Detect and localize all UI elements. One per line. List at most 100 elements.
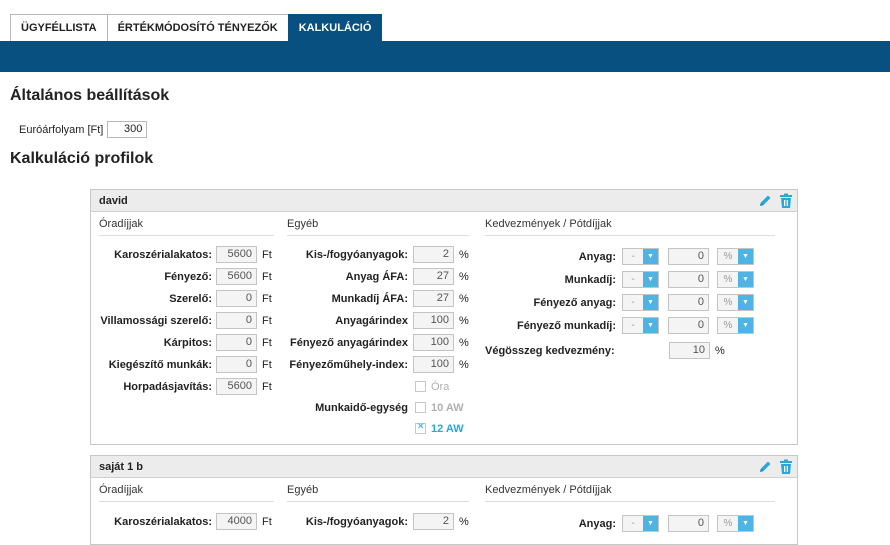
other-row: Munkadíj ÁFA: 27 % [287, 290, 469, 307]
hourly-input[interactable]: 0 [216, 290, 257, 307]
sign-dropdown[interactable]: - ▼ [622, 515, 659, 532]
sign-dropdown[interactable]: - ▼ [622, 271, 659, 288]
section-other: Egyéb [287, 484, 469, 502]
other-unit: % [459, 314, 469, 327]
other-label: Kis-/fogyóanyagok: [305, 515, 408, 528]
euro-rate-label: Euróárfolyam [Ft] [19, 123, 104, 136]
unit-dropdown[interactable]: % ▼ [717, 248, 754, 265]
hourly-unit: Ft [262, 248, 272, 261]
sign-dropdown[interactable]: - ▼ [622, 248, 659, 265]
chevron-down-icon: ▼ [643, 516, 658, 531]
checkbox-hour[interactable] [415, 381, 426, 392]
total-discount-row: Végösszeg kedvezmény: 10 % [485, 342, 725, 359]
hourly-input[interactable]: 5600 [216, 378, 257, 395]
profile-card: saját 1 b Óradíjjak Egyéb Kedvezmények /… [90, 455, 798, 545]
other-row: Fényező anyagárindex 100 % [287, 334, 469, 351]
discount-input[interactable]: 0 [668, 271, 709, 288]
other-unit: % [459, 336, 469, 349]
other-label: Munkadíj ÁFA: [331, 292, 408, 305]
tab-calculation[interactable]: KALKULÁCIÓ [287, 14, 383, 41]
hourly-unit: Ft [262, 515, 272, 528]
other-input[interactable]: 27 [413, 268, 454, 285]
hourly-row: Karoszérialakatos: 5600 Ft [91, 246, 272, 263]
discount-input[interactable]: 0 [668, 317, 709, 334]
checkbox-12aw[interactable] [415, 421, 426, 434]
hourly-input[interactable]: 0 [216, 334, 257, 351]
other-input[interactable]: 27 [413, 290, 454, 307]
other-input[interactable]: 2 [413, 246, 454, 263]
tab-bar: ÜGYFÉLLISTA ÉRTÉKMÓDOSÍTÓ TÉNYEZŐK KALKU… [10, 14, 383, 41]
checkbox-10aw[interactable] [415, 402, 426, 413]
hourly-label: Horpadásjavítás: [123, 380, 212, 393]
profile-card: david Óradíjjak Egyéb Kedvezmények / Pót… [90, 189, 798, 445]
discount-label: Anyag: [578, 517, 616, 530]
hourly-label: Kárpitos: [163, 336, 212, 349]
section-discounts: Kedvezmények / Pótdíjjak [485, 484, 775, 502]
discount-label: Munkadíj: [564, 273, 616, 286]
hourly-row: Kiegészítő munkák: 0 Ft [91, 356, 272, 373]
other-input[interactable]: 2 [413, 513, 454, 530]
other-input[interactable]: 100 [413, 312, 454, 329]
hourly-label: Karoszérialakatos: [114, 248, 212, 261]
hourly-input[interactable]: 0 [216, 312, 257, 329]
profile-header: saját 1 b [91, 456, 797, 478]
discount-label: Fényező munkadíj: [516, 319, 616, 332]
trash-icon[interactable] [779, 459, 793, 483]
sign-dropdown[interactable]: - ▼ [622, 294, 659, 311]
unit-dropdown[interactable]: % ▼ [717, 515, 754, 532]
other-input[interactable]: 100 [413, 356, 454, 373]
discount-label: Fényező anyag: [533, 296, 616, 309]
hourly-row: Horpadásjavítás: 5600 Ft [91, 378, 272, 395]
unit-dropdown[interactable]: % ▼ [717, 294, 754, 311]
trash-icon[interactable] [779, 193, 793, 217]
hourly-input[interactable]: 5600 [216, 246, 257, 263]
total-discount-input[interactable]: 10 [669, 342, 710, 359]
hourly-row: Karoszérialakatos: 4000 Ft [91, 513, 272, 530]
hourly-input[interactable]: 4000 [216, 513, 257, 530]
hourly-row: Fényező: 5600 Ft [91, 268, 272, 285]
pencil-icon[interactable] [757, 459, 773, 483]
other-label: Anyagárindex [335, 314, 408, 327]
discount-input[interactable]: 0 [668, 248, 709, 265]
hourly-unit: Ft [262, 292, 272, 305]
section-hourly-rates: Óradíjjak [99, 218, 274, 236]
tab-customer-list[interactable]: ÜGYFÉLLISTA [10, 14, 108, 41]
section-other: Egyéb [287, 218, 469, 236]
tab-value-modifiers[interactable]: ÉRTÉKMÓDOSÍTÓ TÉNYEZŐK [106, 14, 289, 41]
discount-label: Anyag: [578, 250, 616, 263]
hourly-input[interactable]: 0 [216, 356, 257, 373]
other-label: Fényezőműhely-index: [289, 358, 408, 371]
other-row: Anyagárindex 100 % [287, 312, 469, 329]
time-unit-option-hour[interactable]: Óra [415, 378, 449, 395]
discount-input[interactable]: 0 [668, 515, 709, 532]
unit-dropdown[interactable]: % ▼ [717, 271, 754, 288]
chevron-down-icon: ▼ [643, 295, 658, 310]
time-unit-option-12aw[interactable]: 12 AW [415, 420, 464, 437]
chevron-down-icon: ▼ [738, 318, 753, 333]
hourly-unit: Ft [262, 336, 272, 349]
other-row: Fényezőműhely-index: 100 % [287, 356, 469, 373]
unit-dropdown[interactable]: % ▼ [717, 317, 754, 334]
discount-row: Anyag: - ▼ 0 % ▼ [485, 515, 754, 532]
pencil-icon[interactable] [757, 193, 773, 217]
hourly-label: Kiegészítő munkák: [108, 358, 212, 371]
discount-row: Munkadíj: - ▼ 0 % ▼ [485, 271, 754, 288]
other-label: Kis-/fogyóanyagok: [305, 248, 408, 261]
other-unit: % [459, 358, 469, 371]
sign-dropdown[interactable]: - ▼ [622, 317, 659, 334]
total-discount-unit: % [715, 344, 725, 357]
time-unit-label: Munkaidő-egység [315, 401, 408, 414]
other-input[interactable]: 100 [413, 334, 454, 351]
option-label: 10 AW [431, 401, 464, 414]
hourly-row: Kárpitos: 0 Ft [91, 334, 272, 351]
header-bar [0, 41, 890, 72]
discount-input[interactable]: 0 [668, 294, 709, 311]
hourly-unit: Ft [262, 314, 272, 327]
discount-row: Anyag: - ▼ 0 % ▼ [485, 248, 754, 265]
hourly-unit: Ft [262, 358, 272, 371]
euro-rate-input[interactable]: 300 [107, 121, 148, 138]
discount-row: Fényező munkadíj: - ▼ 0 % ▼ [485, 317, 754, 334]
hourly-input[interactable]: 5600 [216, 268, 257, 285]
other-row: Kis-/fogyóanyagok: 2 % [287, 513, 469, 530]
chevron-down-icon: ▼ [738, 272, 753, 287]
